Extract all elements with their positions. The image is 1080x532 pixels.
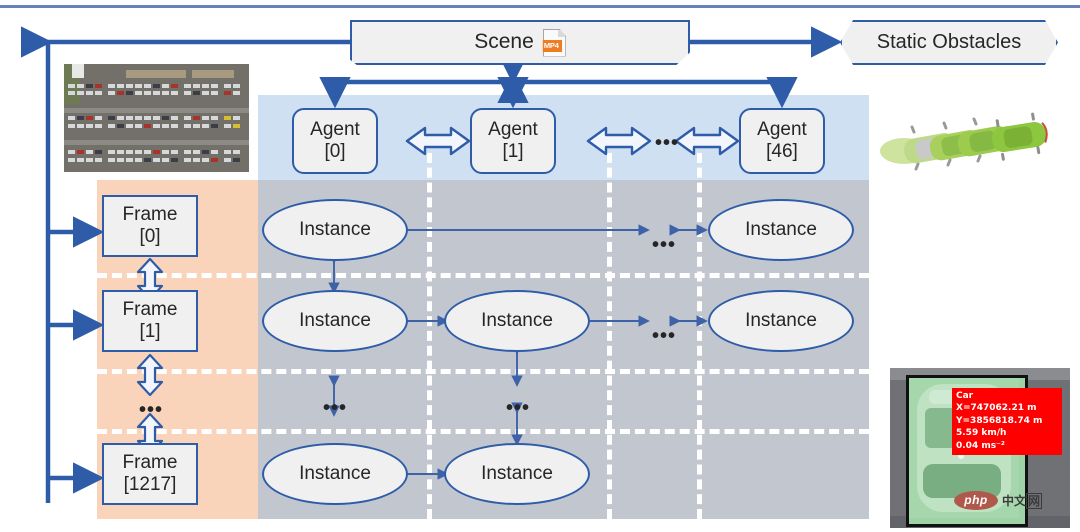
agent-node-0-label: Agent	[310, 119, 360, 141]
frame-node-1[interactable]: Frame [1]	[102, 290, 198, 352]
car-detection-image: Car X=747062.21 m Y=3856818.74 m 5.59 km…	[890, 368, 1070, 528]
detection-label: Car X=747062.21 m Y=3856818.74 m 5.59 km…	[952, 388, 1062, 456]
detection-label-line-1: X=747062.21 m	[956, 403, 1037, 414]
grid-vline-3	[697, 138, 702, 519]
agent-node-0[interactable]: Agent [0]	[292, 108, 378, 174]
instance-node-r1c2-label: Instance	[745, 310, 817, 331]
scene-node[interactable]: Scene MP4	[350, 20, 690, 65]
agent-node-46[interactable]: Agent [46]	[739, 108, 825, 174]
detection-label-line-0: Car	[956, 391, 974, 401]
instance-col-1-ellipsis: •••	[506, 397, 531, 419]
aerial-parking-lot-graphic	[64, 64, 249, 172]
top-rule-divider	[0, 5, 1080, 8]
green-car-trajectory-graphic	[880, 112, 1048, 171]
instance-node-r0c0-label: Instance	[299, 219, 371, 240]
instance-node-rlast-c0-label: Instance	[299, 463, 371, 484]
mp4-file-icon-text: MP4	[542, 39, 562, 52]
instance-node-r0c2[interactable]: Instance	[708, 199, 854, 261]
watermark-boxed-char: 网	[1026, 492, 1043, 509]
instance-node-r1c0-label: Instance	[299, 310, 371, 331]
grid-hline-2	[97, 369, 869, 374]
instance-node-r1c0[interactable]: Instance	[262, 290, 408, 352]
agent-row-ellipsis: •••	[655, 132, 680, 154]
grid-hline-1	[97, 273, 869, 278]
watermark-text: 中文网	[1002, 492, 1043, 509]
frame-node-0-index: [0]	[139, 226, 161, 247]
instance-row-0-ellipsis: •••	[652, 234, 677, 256]
instance-node-r1c2[interactable]: Instance	[708, 290, 854, 352]
agent-node-46-label: Agent	[757, 119, 807, 141]
instance-col-0-ellipsis: •••	[323, 397, 348, 419]
detection-label-line-3: 5.59 km/h	[956, 428, 1007, 439]
instance-node-rlast-c0[interactable]: Instance	[262, 443, 408, 505]
frame-node-1-label: Frame	[122, 299, 178, 321]
agent-node-46-index: [46]	[766, 141, 798, 162]
agent-node-1[interactable]: Agent [1]	[470, 108, 556, 174]
agent-node-1-label: Agent	[488, 119, 538, 141]
scene-label: Scene	[474, 30, 534, 54]
instance-node-rlast-c1[interactable]: Instance	[444, 443, 590, 505]
green-car-trajectory-image	[876, 108, 1074, 180]
instance-node-r1c1-label: Instance	[481, 310, 553, 331]
static-obstacles-node[interactable]: Static Obstacles	[840, 20, 1058, 65]
aerial-parking-lot-image	[64, 64, 249, 172]
detection-label-line-4: 0.04 ms⁻²	[956, 440, 1005, 451]
frame-node-1217[interactable]: Frame [1217]	[102, 443, 198, 505]
instance-node-r0c0[interactable]: Instance	[262, 199, 408, 261]
diagram-canvas: Scene MP4 Static Obstacles Agent [0] Age…	[0, 0, 1080, 532]
mp4-file-icon: MP4	[542, 28, 566, 57]
watermark: php 中文网	[954, 488, 1066, 512]
watermark-php-pill: php	[954, 490, 998, 510]
frame-node-0-label: Frame	[122, 204, 178, 226]
frame-column-ellipsis: •••	[139, 399, 164, 421]
grid-vline-2	[607, 138, 612, 519]
instance-node-r0c2-label: Instance	[745, 219, 817, 240]
agent-node-1-index: [1]	[502, 141, 524, 162]
frame-node-1217-index: [1217]	[123, 474, 177, 495]
static-obstacles-label: Static Obstacles	[876, 31, 1022, 53]
instance-node-rlast-c1-label: Instance	[481, 463, 553, 484]
frame-node-1-index: [1]	[139, 321, 161, 342]
instance-row-1-ellipsis: •••	[652, 325, 677, 347]
grid-hline-3	[97, 429, 869, 434]
instance-node-r1c1[interactable]: Instance	[444, 290, 590, 352]
frame-node-1217-label: Frame	[122, 452, 178, 474]
agent-node-0-index: [0]	[324, 141, 346, 162]
detection-label-line-2: Y=3856818.74 m	[956, 415, 1043, 426]
frame-node-0[interactable]: Frame [0]	[102, 195, 198, 257]
grid-vline-1	[427, 138, 432, 519]
